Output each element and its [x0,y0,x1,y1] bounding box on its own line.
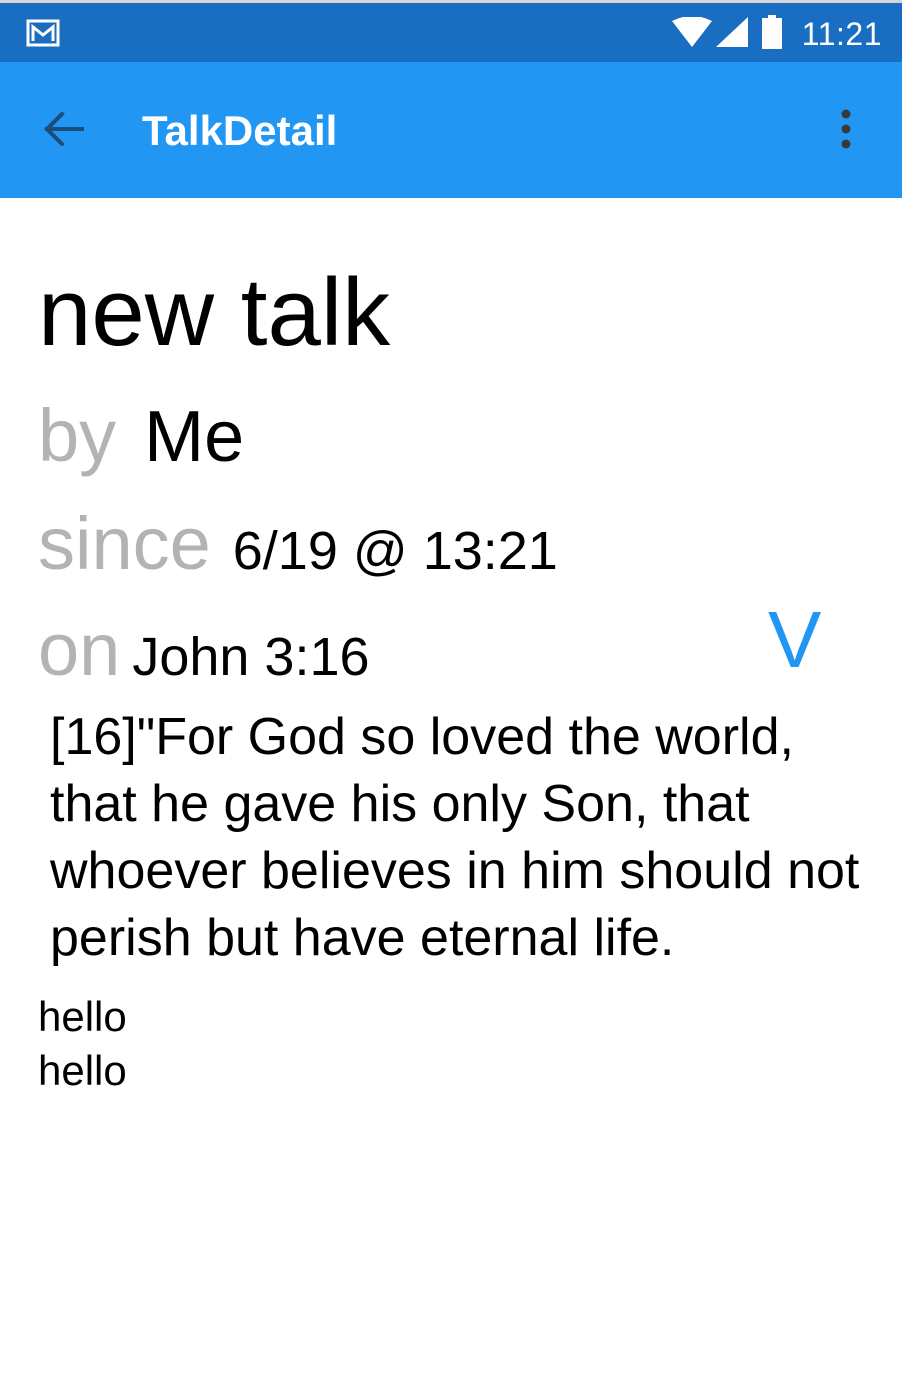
comment-item: hello [38,993,127,1040]
app-title: TalkDetail [142,107,338,154]
wifi-icon [671,15,712,52]
status-icons: 11:21 [671,11,882,57]
talk-date: 6/19 @ 13:21 [232,521,558,581]
reference-row: on John 3:16 [38,608,370,699]
since-label: since [38,502,211,585]
arrow-back-icon [44,110,84,151]
status-bar: 11:21 [0,0,902,62]
author-row: by Me [38,394,244,479]
v-button[interactable]: V [768,598,821,682]
on-label: on [38,608,121,691]
comment-item: hello [38,1047,127,1094]
more-vert-icon [841,109,851,154]
app-bar: TalkDetail [0,62,902,198]
gmail-icon [26,19,60,47]
comments-list: hello hello [38,990,127,1098]
verse-text: [16]"For God so loved the world, that he… [50,708,860,967]
status-time: 11:21 [801,15,882,52]
by-label: by [38,394,117,477]
talk-title: new talk [38,259,391,366]
verse-reference: John 3:16 [132,627,370,687]
back-button[interactable] [34,104,94,158]
author-name: Me [144,397,245,477]
battery-icon [761,14,782,54]
signal-icon [715,16,748,52]
overflow-menu-button[interactable] [826,104,866,158]
date-row: since 6/19 @ 13:21 [38,502,558,593]
